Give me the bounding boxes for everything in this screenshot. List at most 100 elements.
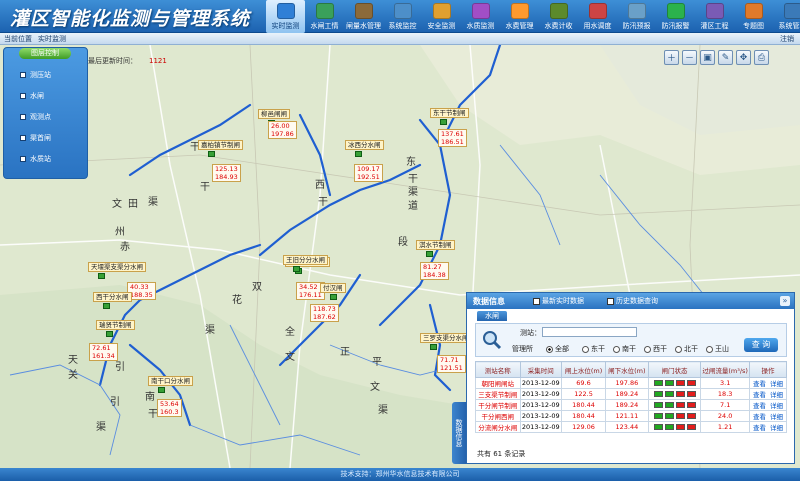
gate-icon[interactable] [103, 303, 110, 309]
table-row[interactable]: 分流闸分水闸 2013-12-09 129.06 123.44 1.21 查看 详细 [475, 421, 788, 433]
nav-label: 系统监控 [388, 22, 417, 30]
zoom-out-icon[interactable]: － [682, 50, 697, 65]
layer-item[interactable]: 观测点 [20, 112, 51, 122]
region-label: 管理所 [512, 345, 533, 353]
region-radio[interactable]: 东干 [582, 344, 605, 354]
station-label[interactable]: 付汉闸 [320, 283, 346, 293]
nav-item-9[interactable]: 防汛预报 [617, 0, 656, 33]
station-label[interactable]: 柳邑闸闸 [258, 109, 290, 119]
station-label[interactable]: 嘉柏镇节制闸 [198, 140, 243, 150]
table-cell: 180.44 [561, 399, 607, 411]
table-row[interactable]: 干分闸西闸 2013-12-09 180.44 121.11 24.0 查看 详细 [475, 410, 788, 422]
column-header[interactable]: 闸上水位(m) [561, 361, 607, 378]
layer-control-button[interactable]: 图层控制 [19, 48, 71, 59]
gate-status-cell [647, 410, 702, 422]
gate-icon[interactable] [440, 119, 447, 125]
data-info-side-tab[interactable]: 数据信息 [452, 402, 466, 464]
view-link[interactable]: 查看 [753, 402, 766, 410]
view-link[interactable]: 查看 [753, 380, 766, 388]
nav-item-13[interactable]: 系统管理 [773, 0, 800, 33]
measure-icon[interactable]: ✎ [718, 50, 733, 65]
station-label[interactable]: 冰西分水闸 [345, 140, 384, 150]
nav-item-3[interactable]: 系统监控 [383, 0, 422, 33]
gate-icon[interactable] [355, 151, 362, 157]
nav-item-2[interactable]: 闸量水管理 [344, 0, 383, 33]
station-label[interactable]: 淇水节制闸 [416, 240, 455, 250]
query-button[interactable]: 查 询 [744, 338, 778, 352]
gate-icon[interactable] [208, 151, 215, 157]
gate-icon[interactable] [158, 387, 165, 393]
print-icon[interactable]: ⎙ [754, 50, 769, 65]
detail-link[interactable]: 详细 [770, 424, 783, 432]
gate-icon[interactable] [430, 344, 437, 350]
gate-icon[interactable] [106, 331, 113, 337]
station-value: 188.35 [130, 291, 153, 299]
nav-item-0[interactable]: 实时监测 [266, 0, 305, 33]
tab-water-gate[interactable]: 水闸 [477, 311, 507, 321]
region-radio[interactable]: 西干 [644, 344, 667, 354]
station-label[interactable]: 东干节制闸 [430, 108, 469, 118]
nav-item-8[interactable]: 用水调度 [578, 0, 617, 33]
column-header[interactable]: 测站名称 [475, 361, 521, 378]
column-header[interactable]: 采集时间 [519, 361, 563, 378]
breadcrumb-current[interactable]: 实时监测 [38, 34, 66, 44]
station-label[interactable]: 南干口分水闸 [148, 376, 193, 386]
station-label[interactable]: 瑞贤节制闸 [96, 320, 135, 330]
gate-icon[interactable] [330, 294, 337, 300]
region-radio[interactable]: 全部 [546, 344, 569, 354]
zoom-in-icon[interactable]: ＋ [664, 50, 679, 65]
station-label[interactable]: 三罗支渠分水闸 [420, 333, 472, 343]
column-header[interactable]: 操作 [748, 361, 788, 378]
region-radio-label: 王山 [715, 345, 729, 353]
table-cell: 2013-12-09 [519, 410, 563, 422]
nav-icon [549, 3, 568, 19]
station-label[interactable]: 天堰渠支渠分水闸 [88, 262, 146, 272]
column-header[interactable]: 过闸流量(m³/s) [700, 361, 750, 378]
station-label[interactable]: 王旧分分水闸 [283, 255, 328, 265]
nav-item-1[interactable]: 水闸工情 [305, 0, 344, 33]
view-link[interactable]: 查看 [753, 424, 766, 432]
logout-link[interactable]: 注销 [780, 34, 794, 44]
region-radio[interactable]: 王山 [706, 344, 729, 354]
detail-link[interactable]: 详细 [770, 391, 783, 399]
nav-label: 水闸工情 [310, 22, 339, 30]
column-header[interactable]: 闸下水位(m) [605, 361, 649, 378]
table-row[interactable]: 干分闸节制闸 2013-12-09 180.44 189.24 7.1 查看 详细 [475, 399, 788, 411]
table-row[interactable]: 三支渠节制闸 2013-12-09 122.5 189.24 18.3 查看 详细 [475, 388, 788, 400]
gate-icon[interactable] [293, 266, 300, 272]
table-cell: 18.3 [700, 388, 750, 400]
nav-item-6[interactable]: 水费管理 [500, 0, 539, 33]
view-link[interactable]: 查看 [753, 391, 766, 399]
gate-icon[interactable] [98, 273, 105, 279]
detail-link[interactable]: 详细 [770, 380, 783, 388]
map-toolbar: ＋ － ▣ ✎ ✥ ⎙ [664, 50, 769, 65]
detail-link[interactable]: 详细 [770, 413, 783, 421]
realtime-data-checkbox[interactable]: 最新实时数据 [533, 296, 584, 306]
view-link[interactable]: 查看 [753, 413, 766, 421]
detail-link[interactable]: 详细 [770, 402, 783, 410]
nav-item-12[interactable]: 专题图 [734, 0, 773, 33]
layer-item[interactable]: 渠首闸 [20, 133, 51, 143]
collapse-icon[interactable]: » [780, 296, 790, 306]
gate-icon[interactable] [426, 251, 433, 257]
region-radio[interactable]: 北干 [675, 344, 698, 354]
nav-item-7[interactable]: 水费计收 [539, 0, 578, 33]
nav-item-10[interactable]: 防汛报警 [656, 0, 695, 33]
region-radio[interactable]: 南干 [613, 344, 636, 354]
nav-label: 水质监测 [466, 22, 495, 30]
station-label[interactable]: 西干分水闸 [93, 292, 132, 302]
nav-item-11[interactable]: 灌区工程 [695, 0, 734, 33]
nav-item-5[interactable]: 水质监测 [461, 0, 500, 33]
full-extent-icon[interactable]: ▣ [700, 50, 715, 65]
layer-item[interactable]: 水质站 [20, 154, 51, 164]
checkbox-box [607, 297, 614, 305]
column-header[interactable]: 闸门状态 [647, 361, 702, 378]
station-input[interactable] [542, 327, 637, 337]
pan-icon[interactable]: ✥ [736, 50, 751, 65]
history-data-checkbox[interactable]: 历史数据查询 [607, 296, 658, 306]
nav-item-4[interactable]: 安全监测 [422, 0, 461, 33]
table-row[interactable]: 朝阳闸闸站 2013-12-09 69.6 197.86 3.1 查看 详细 [475, 377, 788, 389]
svg-text:田: 田 [128, 199, 138, 210]
layer-item[interactable]: 测压站 [20, 70, 51, 80]
layer-item[interactable]: 水闸 [20, 91, 44, 101]
